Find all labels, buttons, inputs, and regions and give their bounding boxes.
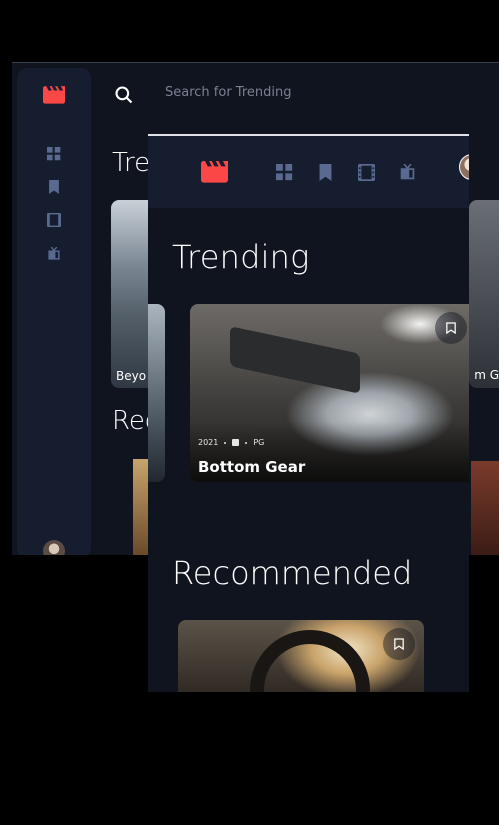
dot-separator [245, 441, 248, 444]
card-thumbnail [250, 630, 370, 692]
avatar[interactable] [43, 540, 65, 555]
sidebar [17, 68, 91, 555]
trending-card[interactable]: 2021 PG Bottom Gear [190, 304, 469, 482]
bookmark-button[interactable] [383, 628, 415, 660]
logo-icon[interactable] [201, 161, 228, 183]
logo-icon[interactable] [43, 86, 65, 104]
movie-icon [232, 439, 240, 446]
bookmark-icon[interactable] [47, 180, 61, 194]
movie-icon[interactable] [358, 164, 375, 181]
avatar[interactable] [459, 154, 469, 180]
card-rating: PG [253, 438, 265, 447]
tv-icon[interactable] [47, 247, 61, 261]
recommended-card[interactable] [178, 620, 424, 692]
section-title-recommended: Recommended [172, 554, 413, 592]
trending-card[interactable] [148, 304, 165, 482]
bookmark-icon [446, 322, 456, 334]
card-title: Beyo [116, 369, 147, 383]
bookmark-icon [394, 638, 404, 650]
bookmark-icon[interactable] [317, 164, 334, 181]
mobile-window: Trending 2021 PG Bottom Gear Recommended [148, 134, 469, 692]
dot-separator [224, 441, 227, 444]
card-title: m G [474, 368, 499, 382]
card-thumbnail [230, 326, 360, 394]
search-icon [115, 86, 133, 104]
recommended-card[interactable] [471, 461, 499, 555]
bookmark-button[interactable] [435, 312, 467, 344]
movie-icon[interactable] [47, 213, 61, 227]
tv-icon[interactable] [399, 164, 416, 181]
top-nav-bar [148, 136, 469, 208]
search-input[interactable]: Search for Trending [165, 85, 291, 100]
section-title-trending: Tre [112, 148, 151, 178]
home-grid-icon[interactable] [47, 147, 61, 161]
card-meta: 2021 PG [198, 438, 264, 447]
card-year: 2021 [198, 438, 219, 447]
home-grid-icon[interactable] [276, 164, 293, 181]
card-title: Bottom Gear [198, 458, 306, 476]
section-title-trending: Trending [172, 238, 310, 276]
trending-card[interactable] [469, 200, 499, 388]
